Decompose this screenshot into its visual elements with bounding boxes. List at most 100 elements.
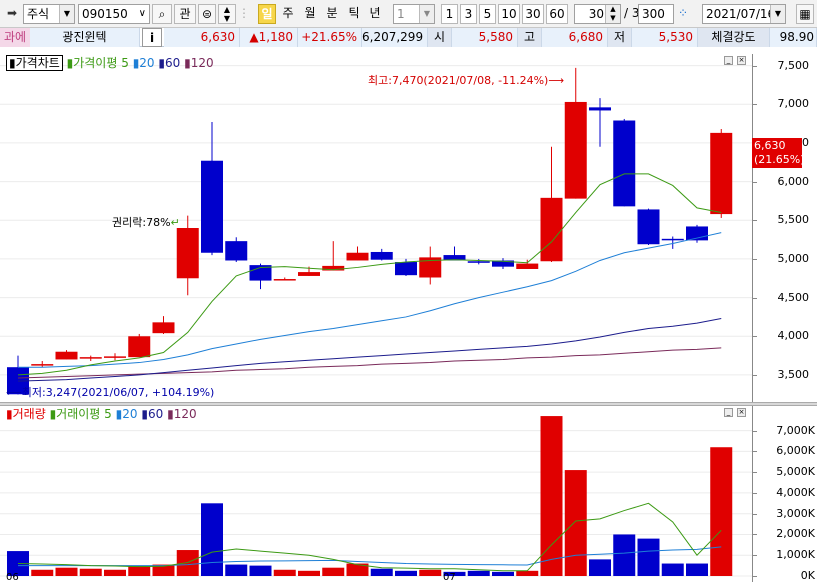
interval-10-button[interactable]: 10 <box>498 4 520 24</box>
volume-tick-label: 2,000K <box>776 527 815 541</box>
period-minute-button[interactable]: 분 <box>323 4 341 24</box>
price-legend: ▮가격차트 ▮가격이평 5 ▮20 ▮60 ▮120 <box>6 55 214 71</box>
price-ma20-legend[interactable]: ▮20 <box>133 56 155 70</box>
price-tick-mark <box>753 374 757 376</box>
price-ma120-legend[interactable]: ▮120 <box>184 56 214 70</box>
price-ma20-line <box>18 232 722 368</box>
price-ma-label[interactable]: ▮가격이평 5 <box>67 56 129 70</box>
close-icon[interactable]: × <box>737 56 746 65</box>
price-tick-label: 4,500 <box>777 290 810 304</box>
interval-60-button[interactable]: 60 <box>546 4 568 24</box>
grid-icon[interactable]: ⁘ <box>676 4 690 24</box>
price-legend-title-text: 가격차트 <box>15 56 60 70</box>
volume-ma-label[interactable]: ▮거래이평 5 <box>50 407 112 421</box>
volume-tick-label: 6,000K <box>776 444 815 458</box>
current-price-tag: 6,630 (21.65%) <box>752 138 805 168</box>
period-year-button[interactable]: 년 <box>366 4 384 24</box>
volume-ma60-label: 60 <box>147 407 164 421</box>
price-tick-mark <box>753 297 757 299</box>
volume-legend-title[interactable]: ▮거래량 <box>6 407 46 421</box>
high-price-note: 최고:7,470(2021/07/08, -11.24%)⟶ <box>368 74 565 87</box>
price-legend-title[interactable]: ▮가격차트 <box>6 55 63 71</box>
link-icon[interactable]: ⊜ <box>198 4 216 24</box>
count-input[interactable]: 30 ▲ ▼ <box>574 4 621 24</box>
watch-button[interactable]: 관 <box>174 4 196 24</box>
price-change: ▲1,180 <box>240 28 298 47</box>
chevron-down-icon: ▼ <box>770 5 785 23</box>
volume-bar <box>55 567 78 576</box>
volume-ma20-legend[interactable]: ▮20 <box>116 407 138 421</box>
volume-ma-label-text: 거래이평 <box>56 407 101 421</box>
menu-arrow-icon[interactable]: ➡ <box>3 4 21 24</box>
total-value: 300 <box>642 7 665 21</box>
price-tick-mark <box>753 220 757 222</box>
period-week-button[interactable]: 주 <box>279 4 297 24</box>
period-month-button[interactable]: 월 <box>301 4 319 24</box>
close-icon[interactable]: × <box>737 408 746 417</box>
strength-label: 체결강도 <box>698 28 770 47</box>
settings-icon[interactable]: ▦ <box>796 4 814 24</box>
volume-tick-label: 4,000K <box>776 485 815 499</box>
market-tag: 과에 <box>0 28 30 47</box>
divider-icon: ⋮ <box>238 6 250 20</box>
candle-body <box>298 272 320 276</box>
chevron-down-icon: ▼ <box>59 5 74 23</box>
volume-ma120-legend[interactable]: ▮120 <box>167 407 197 421</box>
interval-3-button[interactable]: 3 <box>460 4 477 24</box>
volume-bar <box>661 563 684 576</box>
interval-select[interactable]: 1 ▼ <box>393 4 435 24</box>
market-select[interactable]: 주식 ▼ <box>23 4 75 24</box>
chevron-down-icon: ∨ <box>138 8 146 19</box>
market-select-value: 주식 <box>27 7 50 21</box>
candle-body <box>31 364 54 366</box>
current-price-tag-rate: (21.65%) <box>754 153 805 166</box>
minimize-icon[interactable]: _ <box>724 56 733 65</box>
candle-body <box>467 261 490 263</box>
high-label: 고 <box>518 28 542 47</box>
split-note-text: 권리락:78% <box>112 216 171 229</box>
volume-bar <box>467 570 490 576</box>
interval-1-button[interactable]: 1 <box>441 4 458 24</box>
low-price: 5,530 <box>632 28 698 47</box>
candle-body <box>661 238 684 241</box>
candle-body <box>55 351 78 360</box>
candle-body <box>395 262 417 276</box>
interval-5-button[interactable]: 5 <box>479 4 496 24</box>
volume-bar <box>613 534 636 576</box>
price-chart-panel: 7,5007,0006,5006,0005,5005,0004,5004,000… <box>0 54 817 402</box>
date-label-july: 07 <box>443 572 456 583</box>
volume-chart-plot[interactable] <box>0 406 752 582</box>
price-ma60-legend[interactable]: ▮60 <box>158 56 180 70</box>
volume-bar <box>128 565 151 576</box>
search-icon[interactable]: ⌕ <box>152 4 172 24</box>
info-button[interactable]: i <box>142 28 162 47</box>
volume-tick-label: 3,000K <box>776 506 815 520</box>
quote-bar: 과에 광진윈텍 i 6,630 ▲1,180 +21.65% 6,207,299… <box>0 28 817 47</box>
candle-body <box>79 357 102 359</box>
date-label-june: 06 <box>6 572 19 583</box>
candle-body <box>176 228 199 279</box>
volume-tick-mark <box>753 430 757 432</box>
total-input[interactable]: 300 <box>638 4 674 24</box>
volume-ma60-legend[interactable]: ▮60 <box>141 407 163 421</box>
volume-tick-label: 0K <box>800 569 815 582</box>
period-day-button[interactable]: 일 <box>258 4 276 24</box>
date-select[interactable]: 2021/07/16 ▼ <box>702 4 786 24</box>
period-tick-button[interactable]: 틱 <box>345 4 363 24</box>
volume-value: 6,207,299 <box>362 28 428 47</box>
volume-bar <box>564 470 587 576</box>
volume-bar <box>225 564 248 576</box>
updown-stepper-icon[interactable]: ▲ ▼ <box>218 4 236 24</box>
volume-bar <box>176 550 199 576</box>
volume-tick-mark <box>753 472 757 474</box>
price-tick-label: 4,000 <box>777 329 810 343</box>
minimize-icon[interactable]: _ <box>724 408 733 417</box>
volume-tick-mark <box>753 451 757 453</box>
stock-code-input[interactable]: 090150 ∨ <box>78 4 150 24</box>
interval-30-button[interactable]: 30 <box>522 4 544 24</box>
volume-bar <box>201 503 223 576</box>
candle-body <box>710 132 733 215</box>
open-label: 시 <box>428 28 452 47</box>
volume-bar <box>322 567 345 576</box>
volume-bar <box>710 447 733 576</box>
